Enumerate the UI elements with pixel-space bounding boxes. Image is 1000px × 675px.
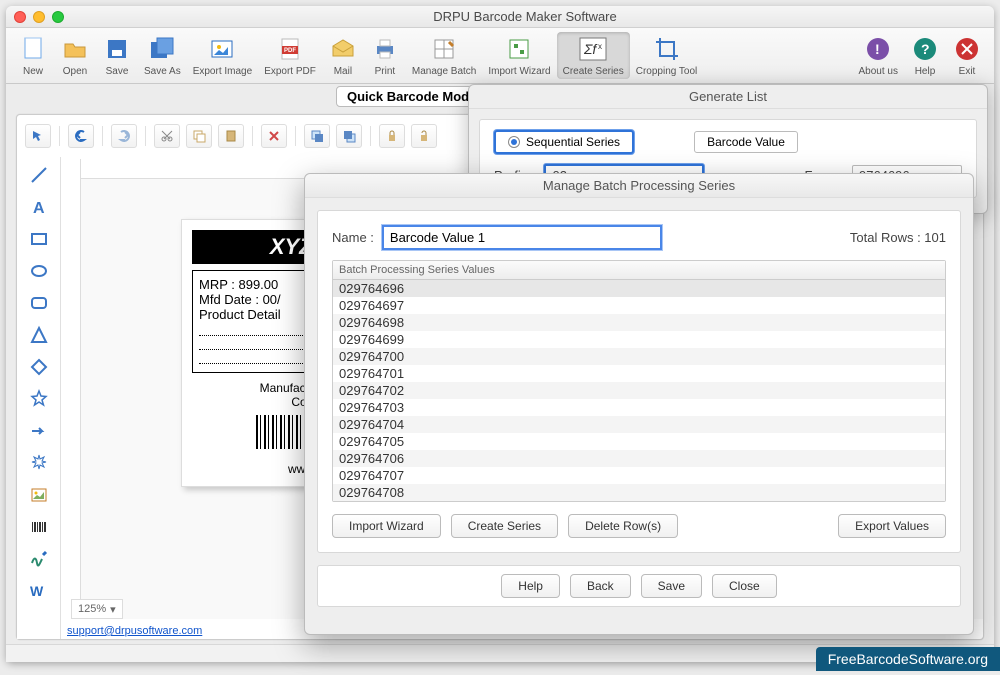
table-row[interactable]: 029764697 bbox=[333, 297, 945, 314]
about-button[interactable]: !About us bbox=[853, 32, 904, 79]
svg-text:W: W bbox=[30, 583, 44, 599]
name-input[interactable] bbox=[382, 225, 662, 250]
undo-button[interactable] bbox=[68, 124, 94, 148]
shape-sidebar: A W bbox=[17, 157, 61, 639]
open-button[interactable]: Open bbox=[54, 32, 96, 79]
print-button[interactable]: Print bbox=[364, 32, 406, 79]
svg-text:A: A bbox=[33, 200, 45, 217]
close-window-button[interactable] bbox=[14, 11, 26, 23]
manage-batch-title: Manage Batch Processing Series bbox=[305, 174, 973, 198]
bring-front-button[interactable] bbox=[304, 124, 330, 148]
wordart-tool[interactable]: W bbox=[23, 577, 55, 605]
radio-icon bbox=[508, 136, 520, 148]
table-row[interactable]: 029764708 bbox=[333, 484, 945, 501]
window-title: DRPU Barcode Maker Software bbox=[64, 9, 986, 24]
barcode-value-button[interactable]: Barcode Value bbox=[694, 131, 798, 153]
triangle-tool[interactable] bbox=[23, 321, 55, 349]
save-button-modal[interactable]: Save bbox=[641, 574, 702, 598]
table-row[interactable]: 029764706 bbox=[333, 450, 945, 467]
line-tool[interactable] bbox=[23, 161, 55, 189]
new-button[interactable]: New bbox=[12, 32, 54, 79]
redo-button[interactable] bbox=[111, 124, 137, 148]
arrow-tool[interactable] bbox=[23, 417, 55, 445]
export-values-button[interactable]: Export Values bbox=[838, 514, 946, 538]
select-tool[interactable] bbox=[25, 124, 51, 148]
burst-tool[interactable] bbox=[23, 449, 55, 477]
support-link[interactable]: support@drpusoftware.com bbox=[67, 625, 202, 637]
table-row[interactable]: 029764705 bbox=[333, 433, 945, 450]
create-series-button[interactable]: ΣfxCreate Series bbox=[557, 32, 630, 79]
watermark: FreeBarcodeSoftware.org bbox=[816, 647, 1000, 671]
delete-rows-button[interactable]: Delete Row(s) bbox=[568, 514, 678, 538]
help-button-modal[interactable]: Help bbox=[501, 574, 560, 598]
rectangle-tool[interactable] bbox=[23, 225, 55, 253]
exit-button[interactable]: Exit bbox=[946, 32, 988, 79]
ruler-vertical bbox=[61, 159, 81, 619]
import-wizard-button[interactable]: Import Wizard bbox=[482, 32, 556, 79]
ellipse-tool[interactable] bbox=[23, 257, 55, 285]
create-series-button-modal[interactable]: Create Series bbox=[451, 514, 558, 538]
zoom-dropdown-icon[interactable]: ▾ bbox=[110, 603, 116, 616]
back-button[interactable]: Back bbox=[570, 574, 631, 598]
text-tool[interactable]: A bbox=[23, 193, 55, 221]
table-row[interactable]: 029764703 bbox=[333, 399, 945, 416]
cropping-tool-button[interactable]: Cropping Tool bbox=[630, 32, 704, 79]
unlock-button[interactable] bbox=[411, 124, 437, 148]
generate-list-title: Generate List bbox=[469, 85, 987, 109]
sequential-series-option[interactable]: Sequential Series bbox=[494, 130, 634, 154]
table-row[interactable]: 029764702 bbox=[333, 382, 945, 399]
delete-button[interactable] bbox=[261, 124, 287, 148]
maximize-window-button[interactable] bbox=[52, 11, 64, 23]
lock-button[interactable] bbox=[379, 124, 405, 148]
table-row[interactable]: 029764700 bbox=[333, 348, 945, 365]
cut-button[interactable] bbox=[154, 124, 180, 148]
mail-button[interactable]: Mail bbox=[322, 32, 364, 79]
star-tool[interactable] bbox=[23, 385, 55, 413]
rounded-rect-tool[interactable] bbox=[23, 289, 55, 317]
minimize-window-button[interactable] bbox=[33, 11, 45, 23]
help-button[interactable]: ?Help bbox=[904, 32, 946, 79]
copy-button[interactable] bbox=[186, 124, 212, 148]
table-body[interactable]: 0297646960297646970297646980297646990297… bbox=[333, 280, 945, 501]
export-image-button[interactable]: Export Image bbox=[187, 32, 258, 79]
table-row[interactable]: 029764707 bbox=[333, 467, 945, 484]
saveas-button[interactable]: Save As bbox=[138, 32, 187, 79]
svg-text:!: ! bbox=[875, 41, 880, 57]
zoom-indicator[interactable]: 125% ▾ bbox=[71, 599, 123, 619]
svg-text:?: ? bbox=[921, 41, 930, 57]
diamond-tool[interactable] bbox=[23, 353, 55, 381]
table-row[interactable]: 029764699 bbox=[333, 331, 945, 348]
total-rows-label: Total Rows : 101 bbox=[850, 230, 946, 245]
barcode-tool[interactable] bbox=[23, 513, 55, 541]
manage-batch-button[interactable]: Manage Batch bbox=[406, 32, 483, 79]
import-wizard-button[interactable]: Import Wizard bbox=[332, 514, 441, 538]
close-button[interactable]: Close bbox=[712, 574, 777, 598]
table-row[interactable]: 029764701 bbox=[333, 365, 945, 382]
table-row[interactable]: 029764696 bbox=[333, 280, 945, 297]
save-button[interactable]: Save bbox=[96, 32, 138, 79]
paste-button[interactable] bbox=[218, 124, 244, 148]
svg-text:PDF: PDF bbox=[284, 48, 296, 54]
main-toolbar: New Open Save Save As Export Image PDFEx… bbox=[6, 28, 994, 84]
svg-text:Σf: Σf bbox=[583, 41, 598, 57]
export-pdf-button[interactable]: PDFExport PDF bbox=[258, 32, 322, 79]
series-table: Batch Processing Series Values 029764696… bbox=[332, 260, 946, 502]
send-back-button[interactable] bbox=[336, 124, 362, 148]
signature-tool[interactable] bbox=[23, 545, 55, 573]
manage-batch-dialog: Manage Batch Processing Series Name : To… bbox=[304, 173, 974, 635]
image-tool[interactable] bbox=[23, 481, 55, 509]
quick-barcode-tab[interactable]: Quick Barcode Mode bbox=[336, 86, 487, 107]
table-row[interactable]: 029764704 bbox=[333, 416, 945, 433]
table-row[interactable]: 029764698 bbox=[333, 314, 945, 331]
svg-text:x: x bbox=[598, 42, 602, 51]
titlebar: DRPU Barcode Maker Software bbox=[6, 6, 994, 28]
table-header: Batch Processing Series Values bbox=[333, 261, 945, 280]
name-label: Name : bbox=[332, 230, 374, 245]
